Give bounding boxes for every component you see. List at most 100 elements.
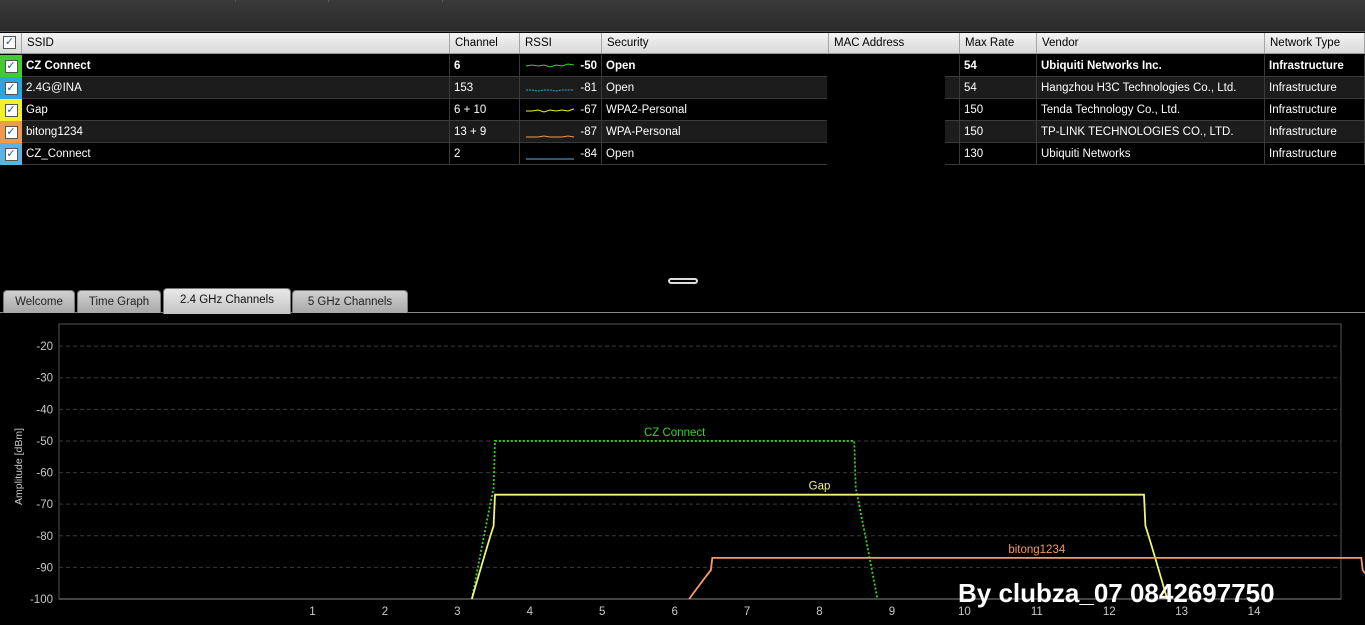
table-row[interactable]: ✓ CZ Connect 6 -50 Open 54 Ubiquiti Networks I… bbox=[0, 55, 1365, 77]
column-header-channel[interactable]: Channel bbox=[450, 33, 520, 54]
table-row[interactable]: ✓ bitong1234 13 + 9 -87 WPA-Personal 150 TP-LI… bbox=[0, 121, 1365, 143]
column-header-rssi[interactable]: RSSI bbox=[520, 33, 602, 54]
y-tick-label: -50 bbox=[36, 436, 53, 448]
cell-ssid: CZ Connect bbox=[22, 55, 450, 77]
view-tabs: Welcome Time Graph 2.4 GHz Channels 5 GH… bbox=[0, 288, 1365, 314]
check-icon: ✓ bbox=[4, 147, 18, 161]
cell-security: Open bbox=[602, 55, 829, 77]
rssi-sparkline bbox=[525, 63, 575, 68]
series-label: Gap bbox=[809, 481, 831, 493]
cell-channel: 2 bbox=[450, 143, 520, 165]
y-tick-label: -60 bbox=[36, 468, 53, 480]
cell-ssid: CZ_Connect bbox=[22, 143, 450, 165]
check-icon: ✓ bbox=[4, 125, 18, 139]
cell-ssid: Gap bbox=[22, 99, 450, 121]
x-tick-label: 4 bbox=[527, 606, 534, 618]
cell-vendor: TP-LINK TECHNOLOGIES CO., LTD. bbox=[1037, 121, 1265, 143]
cell-max-rate: 54 bbox=[960, 55, 1037, 77]
row-checkbox[interactable]: ✓ bbox=[0, 55, 22, 77]
y-tick-label: -90 bbox=[36, 562, 53, 574]
cell-security: Open bbox=[602, 77, 829, 99]
table-row[interactable]: ✓ CZ_Connect 2 -84 Open 130 Ubiquiti Networks I… bbox=[0, 143, 1365, 165]
cell-network-type: Infrastructure bbox=[1265, 143, 1365, 165]
cell-channel: 6 bbox=[450, 55, 520, 77]
table-row[interactable]: ✓ Gap 6 + 10 -67 WPA2-Personal 150 Tenda Techn… bbox=[0, 99, 1365, 121]
check-icon: ✓ bbox=[3, 36, 16, 49]
series-label: CZ Connect bbox=[644, 427, 706, 439]
cell-vendor: Ubiquiti Networks bbox=[1037, 143, 1265, 165]
column-header-ssid[interactable]: SSID bbox=[22, 33, 450, 54]
x-tick-label: 5 bbox=[599, 606, 605, 618]
rssi-sparkline bbox=[526, 158, 574, 160]
cell-security: Open bbox=[602, 143, 829, 165]
cell-max-rate: 54 bbox=[960, 77, 1037, 99]
tab-5ghz-channels[interactable]: 5 GHz Channels bbox=[292, 290, 408, 313]
cell-vendor: Ubiquiti Networks Inc. bbox=[1037, 55, 1265, 77]
cell-rssi: -67 bbox=[520, 99, 602, 121]
row-checkbox[interactable]: ✓ bbox=[0, 143, 22, 165]
cell-max-rate: 150 bbox=[960, 121, 1037, 143]
cell-max-rate: 150 bbox=[960, 99, 1037, 121]
cell-rssi: -50 bbox=[520, 55, 602, 77]
cell-max-rate: 130 bbox=[960, 143, 1037, 165]
cell-channel: 13 + 9 bbox=[450, 121, 520, 143]
y-tick-label: -20 bbox=[36, 341, 53, 353]
cell-network-type: Infrastructure bbox=[1265, 99, 1365, 121]
column-header-max-rate[interactable]: Max Rate bbox=[960, 33, 1037, 54]
mac-address-column-redacted bbox=[827, 55, 945, 165]
y-tick-label: -30 bbox=[36, 373, 53, 385]
watermark-text: By clubza_07 0842697750 bbox=[958, 578, 1275, 608]
table-header: ✓ SSID Channel RSSI Security MAC Address… bbox=[0, 33, 1365, 54]
y-tick-label: -70 bbox=[36, 499, 53, 511]
column-header-security[interactable]: Security bbox=[602, 33, 829, 54]
y-axis-label: Amplitude [dBm] bbox=[13, 428, 25, 505]
cell-network-type: Infrastructure bbox=[1265, 121, 1365, 143]
check-icon: ✓ bbox=[4, 59, 18, 73]
rssi-value: -50 bbox=[580, 60, 597, 72]
column-header-vendor[interactable]: Vendor bbox=[1037, 33, 1265, 54]
y-tick-label: -80 bbox=[36, 531, 53, 543]
x-tick-label: 2 bbox=[382, 606, 388, 618]
column-header-network-type[interactable]: Network Type bbox=[1265, 33, 1365, 54]
rssi-value: -67 bbox=[580, 104, 597, 116]
cell-network-type: Infrastructure bbox=[1265, 55, 1365, 77]
rssi-value: -81 bbox=[580, 82, 597, 94]
y-tick-label: -40 bbox=[36, 404, 53, 416]
tab-2-4ghz-channels[interactable]: 2.4 GHz Channels bbox=[163, 288, 291, 314]
cell-rssi: -87 bbox=[520, 121, 602, 143]
cell-ssid: bitong1234 bbox=[22, 121, 450, 143]
panel-splitter-handle[interactable] bbox=[668, 278, 698, 284]
cell-rssi: -81 bbox=[520, 77, 602, 99]
rssi-sparkline bbox=[526, 108, 575, 113]
select-all-checkbox[interactable]: ✓ bbox=[0, 33, 22, 54]
rssi-value: -84 bbox=[580, 148, 597, 160]
row-checkbox[interactable]: ✓ bbox=[0, 121, 22, 143]
cell-security: WPA-Personal bbox=[602, 121, 829, 143]
x-tick-label: 3 bbox=[454, 606, 460, 618]
cell-rssi: -84 bbox=[520, 143, 602, 165]
rssi-sparkline bbox=[526, 135, 575, 138]
cell-vendor: Hangzhou H3C Technologies Co., Ltd. bbox=[1037, 77, 1265, 99]
x-tick-label: 1 bbox=[309, 606, 315, 618]
toolbar-area bbox=[0, 0, 1365, 32]
tab-welcome[interactable]: Welcome bbox=[3, 290, 75, 313]
row-checkbox[interactable]: ✓ bbox=[0, 77, 22, 99]
rssi-sparkline bbox=[526, 89, 574, 92]
column-header-mac[interactable]: MAC Address bbox=[829, 33, 960, 54]
series-label: bitong1234 bbox=[1008, 544, 1066, 556]
tab-time-graph[interactable]: Time Graph bbox=[77, 290, 161, 313]
rssi-value: -87 bbox=[580, 126, 597, 138]
x-tick-label: 7 bbox=[744, 606, 750, 618]
cell-ssid: 2.4G@INA bbox=[22, 77, 450, 99]
cell-channel: 6 + 10 bbox=[450, 99, 520, 121]
cell-security: WPA2-Personal bbox=[602, 99, 829, 121]
cell-vendor: Tenda Technology Co., Ltd. bbox=[1037, 99, 1265, 121]
check-icon: ✓ bbox=[4, 103, 18, 117]
table-row[interactable]: ✓ 2.4G@INA 153 -81 Open 54 Hangzhou H3C Techno… bbox=[0, 77, 1365, 99]
row-checkbox[interactable]: ✓ bbox=[0, 99, 22, 121]
cell-channel: 153 bbox=[450, 77, 520, 99]
x-tick-label: 8 bbox=[816, 606, 822, 618]
x-tick-label: 9 bbox=[889, 606, 895, 618]
check-icon: ✓ bbox=[4, 81, 18, 95]
y-tick-label: -100 bbox=[30, 594, 53, 606]
